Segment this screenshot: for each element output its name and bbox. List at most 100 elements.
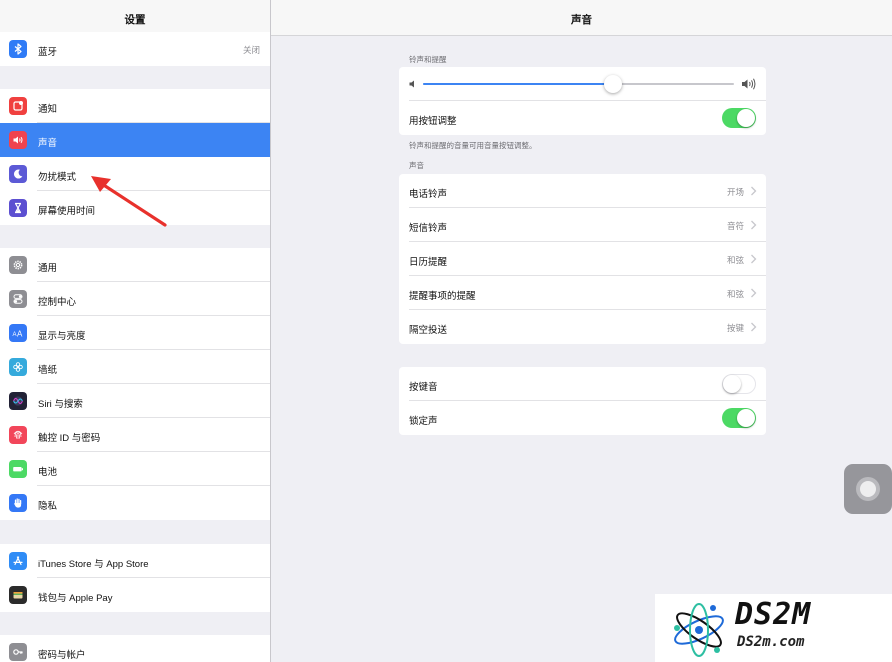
slider-fill — [423, 83, 613, 85]
sound-row-label: 隔空投送 — [409, 325, 448, 336]
sound-row-text-tone[interactable]: 短信铃声 音符 — [399, 208, 766, 242]
change-with-buttons-label: 用按钮调整 — [409, 116, 457, 127]
text-size-icon: AA — [9, 324, 27, 342]
sidebar-item-label: 蓝牙 — [38, 47, 58, 58]
gear-icon — [9, 256, 27, 274]
sound-row-value: 音符 — [726, 221, 744, 231]
notifications-icon — [9, 97, 27, 115]
sidebar-item-label: 控制中心 — [38, 297, 77, 308]
slider-thumb[interactable] — [603, 75, 622, 93]
bluetooth-status: 关闭 — [242, 45, 260, 55]
siri-icon — [9, 392, 27, 410]
sound-row-value: 和弦 — [726, 289, 744, 299]
sidebar-item-label: 隐私 — [38, 501, 58, 512]
app-store-icon — [9, 552, 27, 570]
watermark: DS2M DS2m.com — [655, 594, 892, 662]
sidebar-item-label: 勿扰模式 — [38, 172, 77, 183]
volume-low-icon — [408, 79, 418, 89]
chevron-right-icon — [751, 322, 757, 332]
sidebar-item-control-center[interactable]: 控制中心 — [0, 282, 270, 316]
sidebar-title: 设置 — [124, 14, 146, 26]
chevron-right-icon — [751, 220, 757, 230]
sidebar-item-sounds[interactable]: 声音 — [0, 123, 270, 157]
sidebar-item-label: 墙纸 — [38, 365, 58, 376]
battery-icon — [9, 460, 27, 478]
switches-icon — [9, 290, 27, 308]
sound-row-calendar-alerts[interactable]: 日历提醒 和弦 — [399, 242, 766, 276]
sidebar-item-label: iTunes Store 与 App Store — [38, 559, 149, 570]
chevron-right-icon — [751, 288, 757, 298]
sound-row-label: 电话铃声 — [409, 189, 448, 200]
sound-row-label: 短信铃声 — [409, 223, 448, 234]
watermark-logo-text: DS2M — [735, 597, 812, 632]
fingerprint-icon — [9, 426, 27, 444]
sidebar-item-touch-id-passcode[interactable]: 触控 ID 与密码 — [0, 418, 270, 452]
sound-row-value: 按键 — [726, 323, 744, 333]
sidebar-item-display-brightness[interactable]: AA 显示与亮度 — [0, 316, 270, 350]
sidebar-item-label: 显示与亮度 — [38, 331, 86, 342]
ringer-card: 用按钮调整 — [399, 67, 766, 135]
atom-logo-icon — [674, 603, 724, 657]
sidebar-item-bluetooth[interactable]: 蓝牙 关闭 — [0, 32, 270, 66]
sidebar-item-label: 触控 ID 与密码 — [38, 433, 101, 444]
sidebar-item-label: 声音 — [38, 138, 58, 149]
ringer-volume-row — [399, 67, 766, 101]
sidebar-item-general[interactable]: 通用 — [0, 248, 270, 282]
lock-sound-row: 锁定声 — [399, 401, 766, 435]
sound-row-ringtone[interactable]: 电话铃声 开场 — [399, 174, 766, 208]
sound-row-airdrop[interactable]: 隔空投送 按键 — [399, 310, 766, 344]
sidebar-item-battery[interactable]: 电池 — [0, 452, 270, 486]
svg-text:A: A — [13, 332, 17, 338]
sidebar-item-label: 通用 — [38, 263, 58, 274]
ringer-helper-text: 铃声和提醒的音量可用音量按钮调整。 — [409, 141, 537, 150]
sidebar-item-siri-search[interactable]: Siri 与搜索 — [0, 384, 270, 418]
sound-row-value: 开场 — [726, 187, 744, 197]
sound-row-label: 日历提醒 — [409, 257, 448, 268]
sidebar-header: 设置 — [0, 0, 270, 36]
sidebar-item-label: 通知 — [38, 104, 58, 115]
sidebar-item-passwords-accounts[interactable]: 密码与帐户 — [0, 635, 270, 662]
wallet-icon — [9, 586, 27, 604]
sidebar-item-privacy[interactable]: 隐私 — [0, 486, 270, 520]
system-sounds-card: 按键音 锁定声 — [399, 367, 766, 435]
key-icon — [9, 643, 27, 661]
chevron-right-icon — [751, 186, 757, 196]
sounds-section-label: 声音 — [409, 161, 424, 170]
hand-icon — [9, 494, 27, 512]
sound-row-label: 提醒事项的提醒 — [409, 291, 476, 302]
moon-icon — [9, 165, 27, 183]
change-with-buttons-toggle[interactable] — [722, 108, 756, 128]
annotation-arrow-icon — [91, 176, 167, 227]
sidebar-item-itunes-app-store[interactable]: iTunes Store 与 App Store — [0, 544, 270, 578]
sidebar-item-label: 钱包与 Apple Pay — [38, 593, 113, 604]
hourglass-icon — [9, 199, 27, 217]
volume-high-icon — [741, 77, 757, 91]
assistive-touch-button[interactable] — [844, 464, 892, 514]
page-title: 声音 — [571, 14, 592, 26]
lock-sound-toggle[interactable] — [722, 408, 756, 428]
sidebar-item-label: 密码与帐户 — [38, 650, 86, 661]
sidebar-item-wallpaper[interactable]: 墙纸 — [0, 350, 270, 384]
ringer-volume-slider[interactable] — [423, 75, 734, 93]
sidebar-item-label: 电池 — [38, 467, 58, 478]
watermark-site-text: DS2m.com — [737, 634, 805, 650]
sidebar-item-label: Siri 与搜索 — [38, 399, 83, 410]
bluetooth-icon — [9, 40, 27, 58]
keyboard-clicks-label: 按键音 — [409, 382, 438, 393]
ringer-section-label: 铃声和提醒 — [409, 55, 447, 64]
speaker-icon — [9, 131, 27, 149]
main-header: 声音 — [271, 0, 892, 36]
sound-row-value: 和弦 — [726, 255, 744, 265]
sound-row-reminder-alerts[interactable]: 提醒事项的提醒 和弦 — [399, 276, 766, 310]
svg-text:A: A — [17, 330, 23, 339]
sounds-card: 电话铃声 开场 短信铃声 音符 日历提醒 和弦 提醒事项的提醒 和弦 隔空投送 … — [399, 174, 766, 344]
flower-icon — [9, 358, 27, 376]
settings-sidebar: 设置 蓝牙 关闭 通知 声音 勿扰模式 屏幕使用时间 通用 控制中心 A A 显… — [0, 0, 271, 662]
keyboard-clicks-row: 按键音 — [399, 367, 766, 401]
chevron-right-icon — [751, 254, 757, 264]
sidebar-item-wallet-apple-pay[interactable]: 钱包与 Apple Pay — [0, 578, 270, 612]
lock-sound-label: 锁定声 — [409, 416, 438, 427]
change-with-buttons-row: 用按钮调整 — [399, 101, 766, 135]
keyboard-clicks-toggle[interactable] — [722, 374, 756, 394]
sidebar-item-notifications[interactable]: 通知 — [0, 89, 270, 123]
